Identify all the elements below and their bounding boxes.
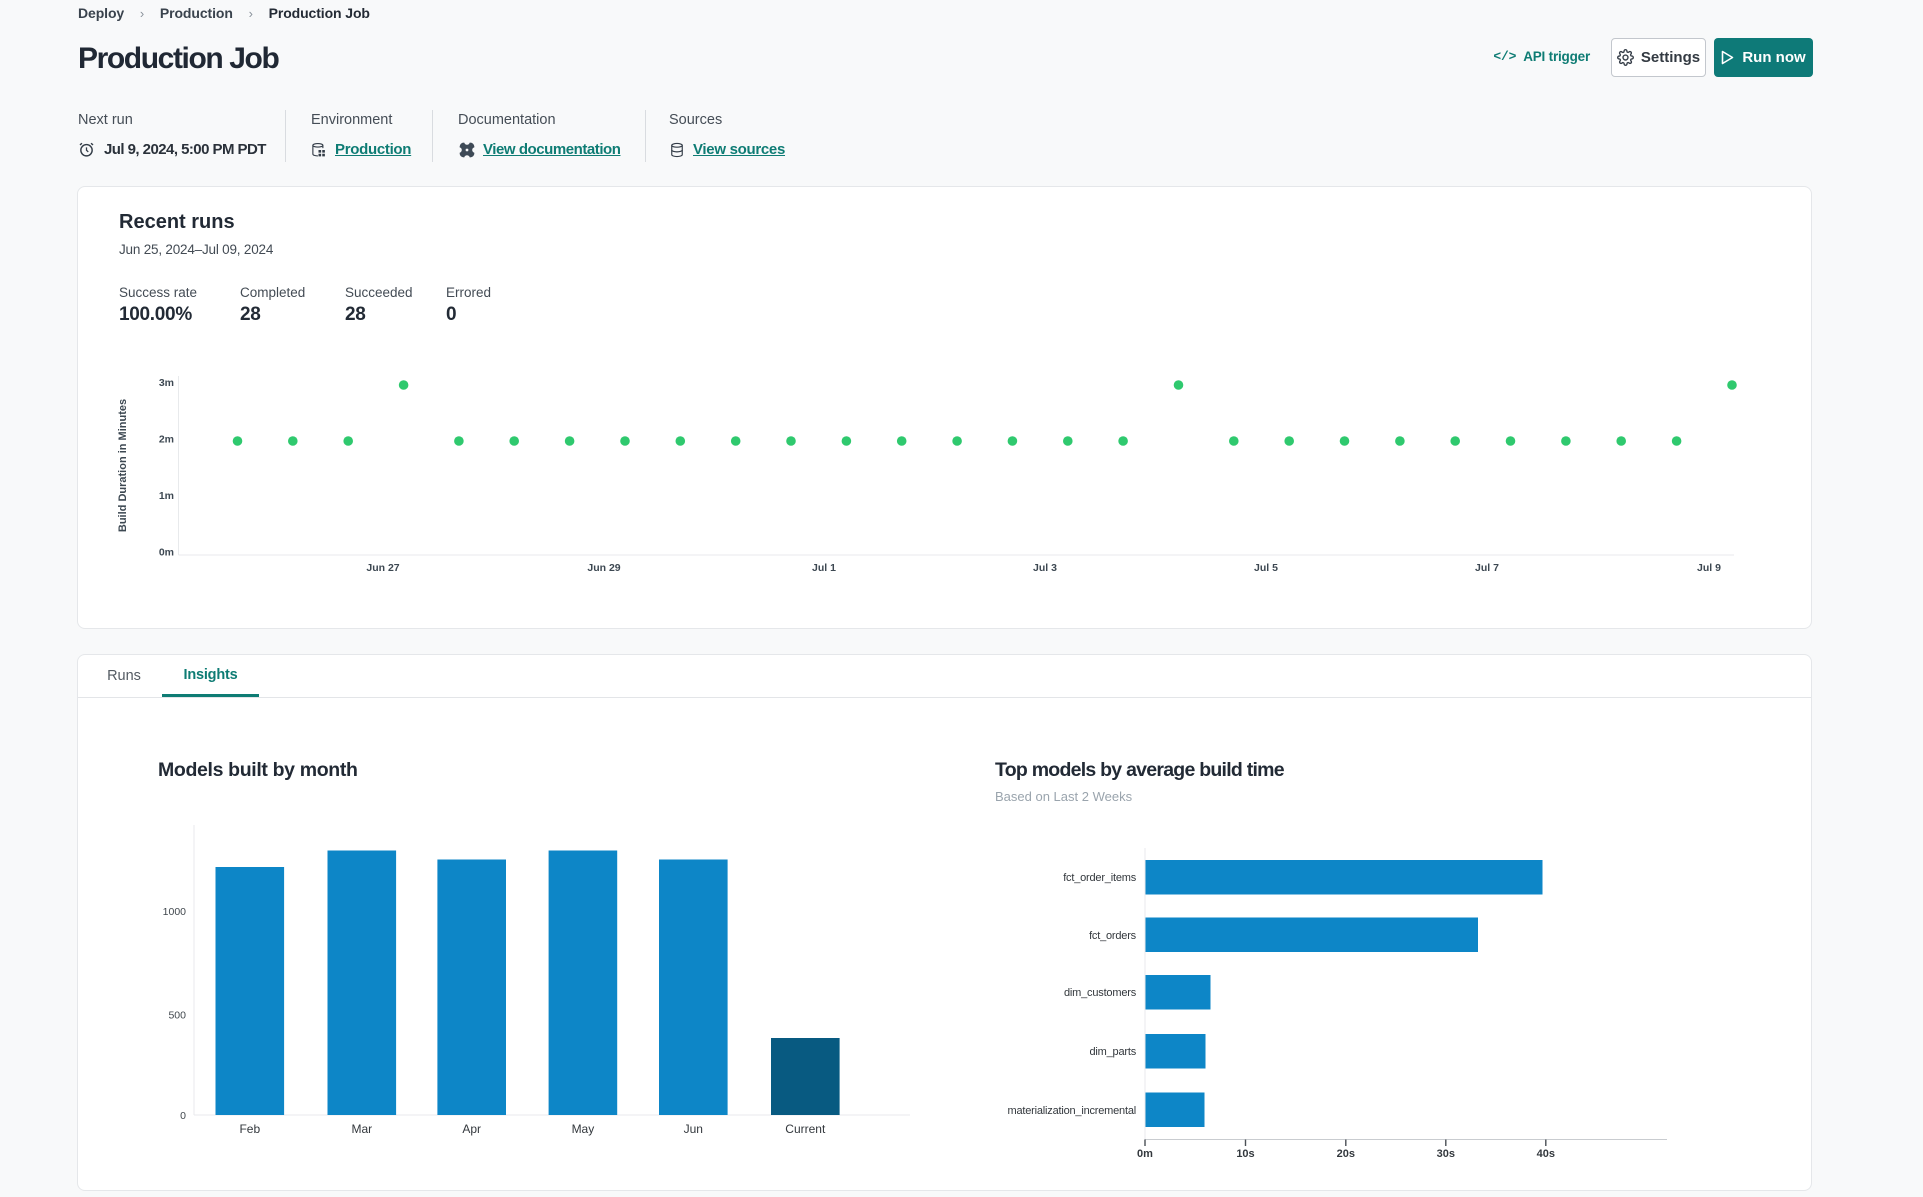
svg-text:Jun 29: Jun 29 xyxy=(587,562,620,574)
svg-text:Jul 1: Jul 1 xyxy=(812,562,836,574)
svg-text:Jul 9: Jul 9 xyxy=(1697,562,1721,574)
svg-text:Jul 7: Jul 7 xyxy=(1475,562,1499,574)
svg-text:10s: 10s xyxy=(1236,1148,1254,1160)
svg-text:Feb: Feb xyxy=(239,1122,260,1136)
svg-text:Mar: Mar xyxy=(351,1122,372,1136)
svg-text:dim_parts: dim_parts xyxy=(1090,1046,1137,1058)
svg-text:Jun 27: Jun 27 xyxy=(366,562,399,574)
svg-text:Build Duration in Minutes: Build Duration in Minutes xyxy=(117,399,129,532)
svg-text:fct_orders: fct_orders xyxy=(1089,930,1137,942)
svg-text:0m: 0m xyxy=(1137,1148,1153,1160)
svg-text:40s: 40s xyxy=(1537,1148,1555,1160)
svg-text:1m: 1m xyxy=(159,490,174,502)
svg-text:Jun: Jun xyxy=(684,1122,703,1136)
svg-text:20s: 20s xyxy=(1337,1148,1355,1160)
svg-text:May: May xyxy=(572,1122,595,1136)
svg-text:fct_order_items: fct_order_items xyxy=(1063,872,1137,884)
svg-text:Jul 3: Jul 3 xyxy=(1033,562,1057,574)
svg-text:0: 0 xyxy=(180,1110,186,1122)
svg-text:0m: 0m xyxy=(159,547,174,559)
svg-text:500: 500 xyxy=(168,1010,186,1022)
svg-text:materialization_incremental: materialization_incremental xyxy=(1008,1105,1137,1117)
svg-text:Current: Current xyxy=(785,1122,826,1136)
svg-text:Apr: Apr xyxy=(462,1122,481,1136)
svg-text:30s: 30s xyxy=(1437,1148,1455,1160)
svg-text:Jul 5: Jul 5 xyxy=(1254,562,1278,574)
svg-text:2m: 2m xyxy=(159,434,174,446)
svg-text:3m: 3m xyxy=(159,377,174,389)
svg-text:1000: 1000 xyxy=(163,906,187,918)
svg-text:dim_customers: dim_customers xyxy=(1064,987,1137,999)
